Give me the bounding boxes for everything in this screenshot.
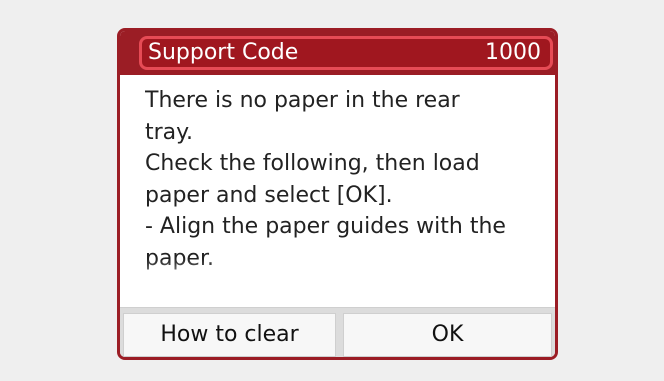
ok-button[interactable]: OK (343, 313, 552, 357)
message-line: paper and select [OK]. (145, 182, 393, 208)
message-line: - Align the paper guides with the (145, 214, 506, 239)
how-to-clear-button[interactable]: How to clear (123, 313, 336, 357)
error-message: There is no paper in the rear tray. Chec… (145, 85, 540, 285)
message-line: Check the following, then load (145, 151, 480, 176)
message-fade-overlay (120, 259, 555, 289)
dialog-button-bar: How to clear OK (120, 307, 555, 357)
printer-lcd-screen: Support Code 1000 There is no paper in t… (0, 0, 664, 381)
message-line: There is no paper in the rear (145, 88, 460, 113)
support-code-number: 1000 (485, 40, 541, 65)
support-code-title: Support Code (148, 40, 299, 65)
support-code-dialog: Support Code 1000 There is no paper in t… (117, 28, 558, 360)
message-line: tray. (145, 119, 194, 145)
dialog-header: Support Code 1000 (120, 31, 555, 75)
